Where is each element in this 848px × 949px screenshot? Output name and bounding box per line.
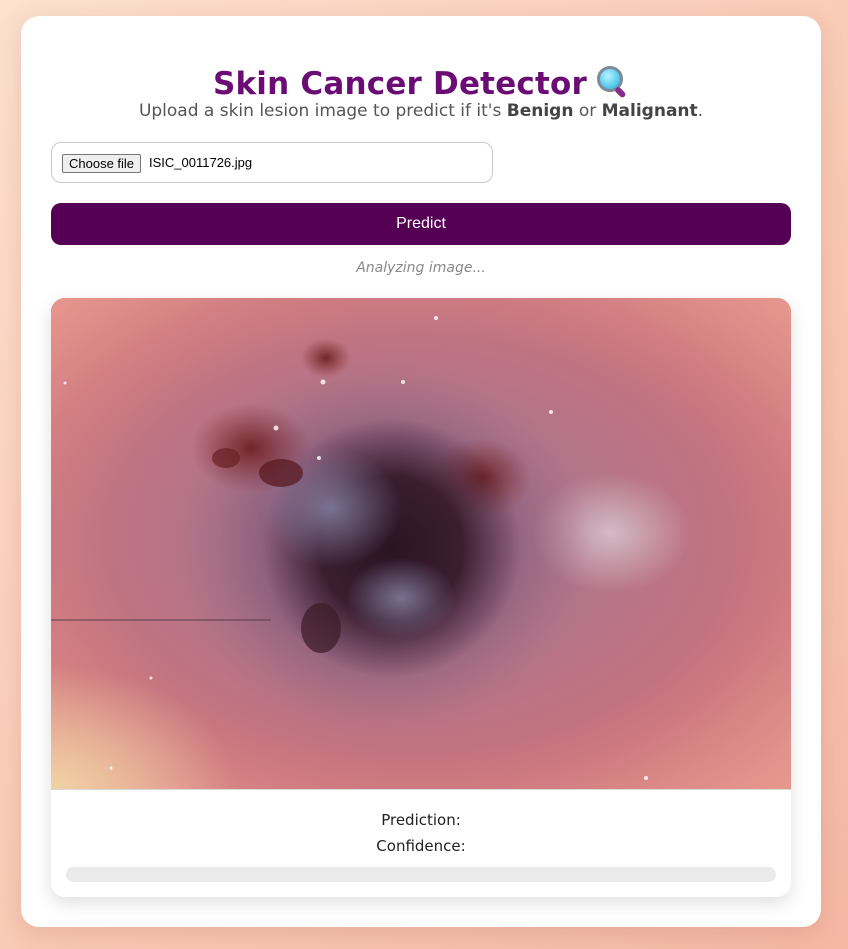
confidence-line: Confidence: [51, 837, 791, 855]
file-input[interactable]: Choose file ISIC_0011726.jpg [51, 142, 493, 183]
prediction-label: Prediction: [381, 811, 461, 829]
predict-button[interactable]: Predict [51, 203, 791, 245]
prediction-line: Prediction: [51, 811, 791, 829]
result-divider [51, 789, 791, 790]
subtitle-text-suffix: . [697, 101, 704, 121]
subtitle-benign: Benign [506, 101, 574, 121]
page-title: Skin Cancer Detector [21, 64, 821, 102]
page-subtitle: Upload a skin lesion image to predict if… [21, 101, 821, 121]
magnifying-glass-icon [595, 64, 629, 99]
main-card: Skin Cancer Detector Upload a skin lesio… [21, 16, 821, 927]
subtitle-text-prefix: Upload a skin lesion image to predict if… [138, 101, 507, 121]
status-message: Analyzing image... [356, 260, 486, 276]
page-title-text: Skin Cancer Detector [212, 66, 588, 102]
choose-file-button[interactable]: Choose file [62, 154, 142, 173]
confidence-label: Confidence: [376, 837, 466, 855]
lesion-image [51, 298, 791, 789]
confidence-progress-bar [66, 867, 776, 882]
subtitle-text-or: or [573, 101, 602, 121]
result-card: Prediction: Confidence: [51, 298, 791, 897]
selected-file-name: ISIC_0011726.jpg [149, 155, 253, 170]
subtitle-malignant: Malignant [601, 101, 698, 121]
